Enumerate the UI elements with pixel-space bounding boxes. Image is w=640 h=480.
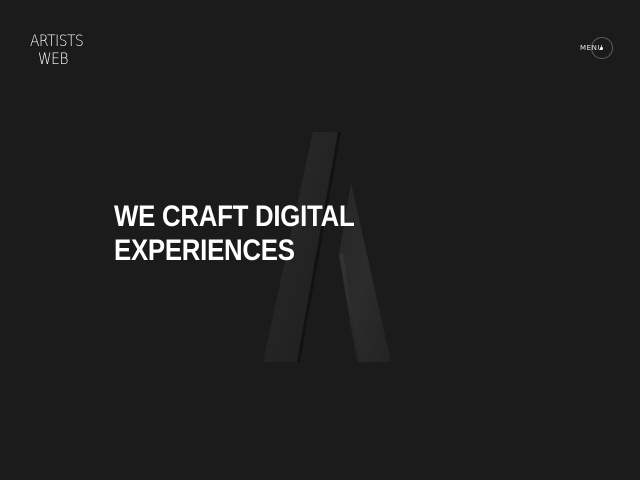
menu-button[interactable]: MENU: [578, 37, 638, 61]
menu-dot-icon: [600, 47, 603, 50]
hero-headline-line-2: EXPERIENCES: [114, 234, 295, 267]
logo-line-web: WEB: [38, 49, 69, 68]
hero-headline: WE CRAFT DIGITAL EXPERIENCES: [114, 200, 355, 268]
artists-web-logo[interactable]: ARTISTS WEB: [30, 33, 90, 67]
hero-headline-line-1: WE CRAFT DIGITAL: [114, 200, 355, 233]
logo-line-artists: ARTISTS: [30, 31, 84, 50]
